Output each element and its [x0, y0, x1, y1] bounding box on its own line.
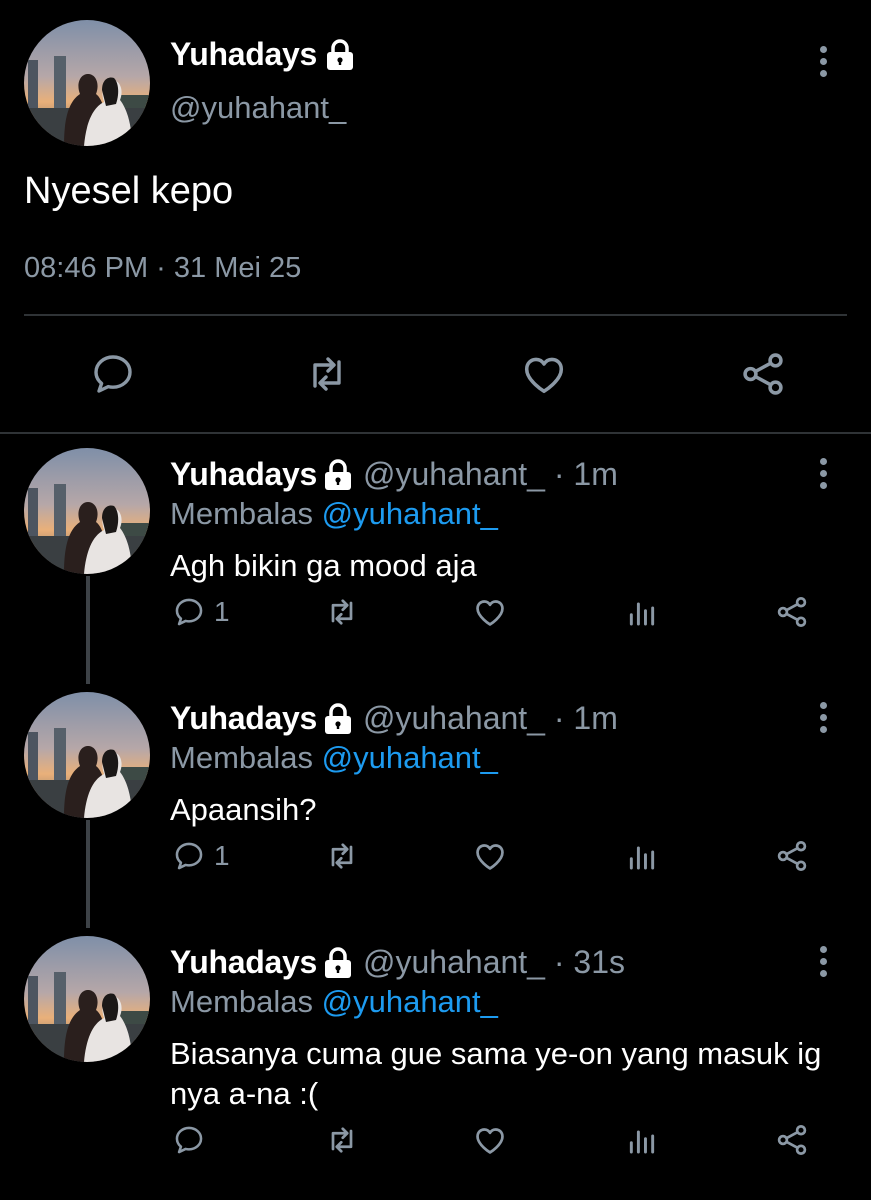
replying-to-prefix: Membalas — [170, 984, 313, 1019]
reply-icon — [175, 842, 203, 870]
mention-link[interactable]: @yuhahant_ — [322, 984, 498, 1019]
share-icon — [777, 841, 807, 871]
reply-header: Yuhadays @yuhahant_ · 1m — [170, 700, 618, 737]
retweet-icon — [331, 843, 353, 869]
more-vertical-icon[interactable] — [811, 946, 835, 977]
author-display-name[interactable]: Yuhadays — [170, 36, 317, 73]
analytics-icon — [629, 846, 655, 870]
handle-and-time[interactable]: @yuhahant_ · 31s — [363, 944, 625, 981]
retweet-button[interactable] — [324, 594, 360, 630]
reply-tweet[interactable]: Yuhadays @yuhahant_ · 31s Membalas @yuha… — [0, 922, 871, 1166]
analytics-icon — [629, 1130, 655, 1154]
share-icon — [777, 597, 807, 627]
divider — [24, 314, 847, 316]
share-button[interactable] — [774, 594, 810, 630]
avatar-photo — [24, 448, 150, 574]
replying-to: Membalas @yuhahant_ — [170, 740, 498, 776]
avatar-photo — [24, 936, 150, 1062]
like-button[interactable] — [472, 838, 508, 874]
replying-to-prefix: Membalas — [170, 740, 313, 775]
reply-count: 1 — [214, 840, 230, 871]
more-vertical-icon[interactable] — [811, 458, 835, 489]
reply-button[interactable]: 1 — [172, 595, 230, 629]
replying-to: Membalas @yuhahant_ — [170, 984, 498, 1020]
tweet-text: Agh bikin ga mood aja — [170, 548, 477, 583]
main-tweet: Yuhadays @yuhahant_ Nyesel kepo 08:46 PM… — [0, 0, 871, 432]
analytics-button[interactable] — [626, 596, 658, 628]
more-vertical-icon[interactable] — [811, 702, 835, 733]
thread-line — [86, 820, 90, 928]
analytics-button[interactable] — [626, 1124, 658, 1156]
analytics-icon — [629, 602, 655, 626]
mention-link[interactable]: @yuhahant_ — [322, 740, 498, 775]
retweet-icon — [331, 1127, 353, 1153]
author-name[interactable]: Yuhadays — [170, 36, 355, 73]
handle-and-time[interactable]: @yuhahant_ · 1m — [363, 700, 618, 737]
reply-header: Yuhadays @yuhahant_ · 1m — [170, 456, 618, 493]
share-icon — [777, 1125, 807, 1155]
reply-tweet[interactable]: Yuhadays @yuhahant_ · 1m Membalas @yuhah… — [0, 678, 871, 928]
reply-icon — [175, 598, 203, 626]
retweet-button[interactable] — [324, 838, 360, 874]
mention-link[interactable]: @yuhahant_ — [322, 496, 498, 531]
retweet-button[interactable] — [324, 1122, 360, 1158]
avatar[interactable] — [24, 936, 150, 1062]
lock-icon — [325, 458, 352, 490]
reply-button[interactable] — [88, 349, 138, 399]
share-button[interactable] — [774, 838, 810, 874]
replying-to: Membalas @yuhahant_ — [170, 496, 498, 532]
heart-icon — [476, 600, 504, 626]
avatar-photo — [24, 20, 150, 146]
heart-icon — [476, 1128, 504, 1154]
like-button[interactable] — [472, 1122, 508, 1158]
heart-icon — [476, 844, 504, 870]
replying-to-prefix: Membalas — [170, 496, 313, 531]
tweet-timestamp[interactable]: 08:46 PM · 31 Mei 25 — [24, 252, 301, 285]
reply-icon — [175, 1126, 203, 1154]
avatar[interactable] — [24, 692, 150, 818]
reply-header: Yuhadays @yuhahant_ · 31s — [170, 944, 625, 981]
like-button[interactable] — [472, 594, 508, 630]
author-handle[interactable]: @yuhahant_ — [170, 90, 346, 126]
handle-and-time[interactable]: @yuhahant_ · 1m — [363, 456, 618, 493]
avatar[interactable] — [24, 20, 150, 146]
reply-tweet[interactable]: Yuhadays @yuhahant_ · 1m Membalas @yuhah… — [0, 434, 871, 684]
share-icon — [743, 353, 783, 395]
share-button[interactable] — [774, 1122, 810, 1158]
lock-icon — [327, 38, 354, 70]
retweet-icon — [313, 357, 341, 391]
tweet-text: Nyesel kepo — [24, 170, 234, 212]
reply-button[interactable] — [172, 1123, 214, 1157]
share-button[interactable] — [738, 349, 788, 399]
reply-icon — [94, 355, 132, 393]
analytics-button[interactable] — [626, 840, 658, 872]
author-display-name[interactable]: Yuhadays — [170, 456, 317, 493]
thread-line — [86, 576, 90, 684]
tweet-text: Biasanya cuma gue sama ye-on yang masuk … — [170, 1036, 822, 1111]
retweet-icon — [331, 599, 353, 625]
author-display-name[interactable]: Yuhadays — [170, 700, 317, 737]
lock-icon — [325, 702, 352, 734]
avatar-photo — [24, 692, 150, 818]
retweet-button[interactable] — [302, 349, 352, 399]
tweet-text: Apaansih? — [170, 792, 317, 827]
like-button[interactable] — [519, 349, 569, 399]
reply-count: 1 — [214, 596, 230, 627]
avatar[interactable] — [24, 448, 150, 574]
reply-button[interactable]: 1 — [172, 839, 230, 873]
more-vertical-icon[interactable] — [811, 46, 835, 77]
heart-icon — [524, 357, 564, 394]
author-display-name[interactable]: Yuhadays — [170, 944, 317, 981]
lock-icon — [325, 946, 352, 978]
